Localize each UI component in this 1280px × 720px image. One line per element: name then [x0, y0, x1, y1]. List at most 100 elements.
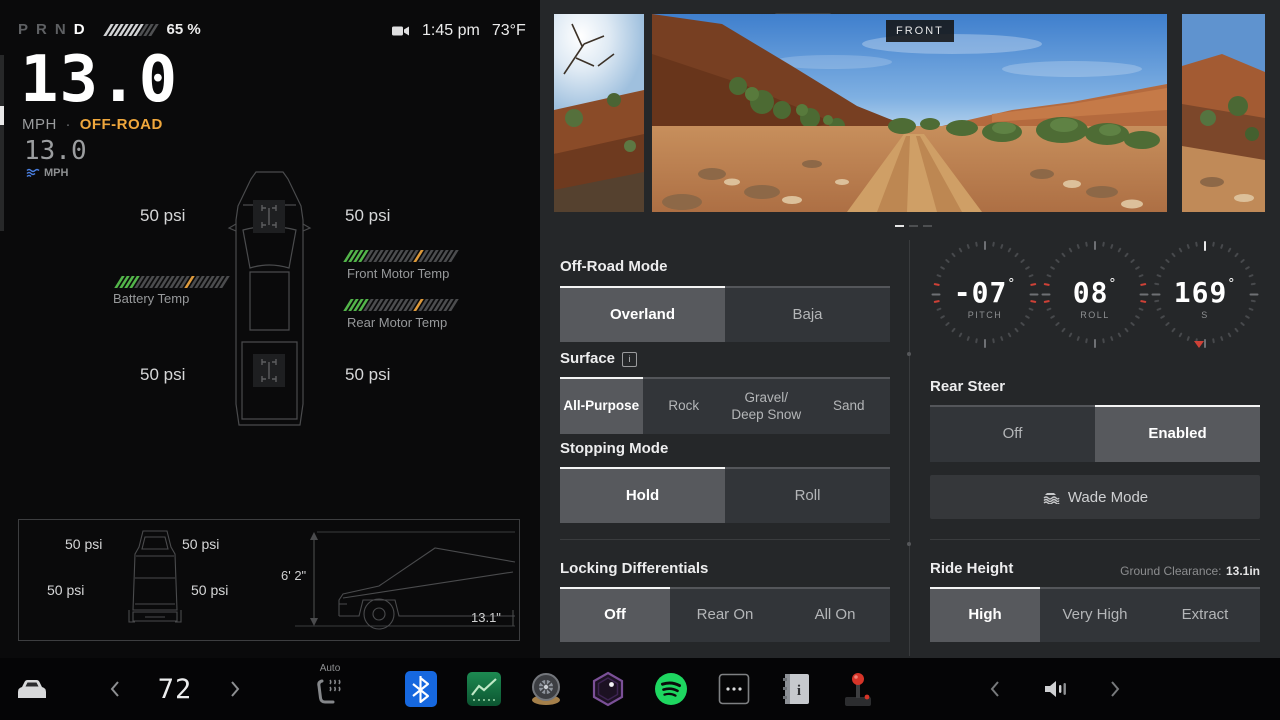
dim-psi-front-left: 50 psi — [65, 536, 103, 552]
vehicle-controls-button[interactable] — [12, 658, 52, 720]
roll-value: 08 — [1072, 276, 1109, 309]
manual-book-icon: i — [783, 674, 809, 704]
volume-control[interactable] — [1036, 658, 1076, 720]
seat-heater-icon — [317, 679, 341, 704]
tire-pressure-front-left: 50 psi — [140, 206, 186, 225]
car-icon — [18, 680, 46, 698]
stopping-mode-title: Stopping Mode — [560, 440, 669, 457]
cabin-temp-display[interactable]: 72 — [150, 658, 200, 720]
camera-page-dot-1[interactable] — [895, 224, 904, 227]
speaker-icon — [1045, 681, 1066, 697]
tire-pressure-rear-right: 50 psi — [345, 365, 391, 384]
locking-diff-all-on[interactable]: All On — [780, 589, 890, 642]
section-divider — [930, 539, 1260, 540]
camera-preview-right[interactable] — [1182, 14, 1265, 212]
bluetooth-app[interactable] — [404, 658, 438, 720]
temp-down-button[interactable] — [100, 658, 130, 720]
gear-p: P — [18, 21, 31, 38]
ellipsis-icon — [718, 673, 750, 705]
drive-mode-label: OFF-ROAD — [79, 116, 163, 133]
camera-pager[interactable] — [895, 217, 937, 235]
section-divider — [560, 539, 890, 540]
locking-diff-off[interactable]: Off — [560, 589, 670, 642]
tire-pressure-front-right: 50 psi — [345, 206, 391, 225]
seat-heater-button[interactable]: Auto — [308, 658, 352, 720]
offroad-mode-baja[interactable]: Baja — [725, 288, 890, 342]
hexagon-icon — [592, 671, 624, 707]
surface-gravel-line1: Gravel/ — [744, 389, 788, 405]
surface-rock[interactable]: Rock — [642, 379, 725, 434]
roll-gauge: 08° ROLL — [1040, 238, 1150, 356]
surface-gravel-line2: Deep Snow — [731, 406, 802, 422]
rear-motor-temp-label: Rear Motor Temp — [347, 315, 448, 330]
front-camera-badge: FRONT — [886, 20, 954, 42]
owners-manual-app[interactable]: i — [778, 658, 814, 720]
heading-label: S — [1201, 310, 1209, 320]
volume-down-button[interactable] — [980, 658, 1010, 720]
spotify-app[interactable] — [653, 658, 689, 720]
secondary-speed-unit: MPH — [44, 167, 69, 179]
joystick-icon — [845, 673, 871, 706]
info-icon[interactable]: i — [622, 352, 638, 367]
front-motor-temp-gauge — [343, 250, 459, 262]
pitch-value: -07 — [953, 276, 1008, 309]
gear-d: D — [73, 21, 87, 38]
locking-diff-rear-on[interactable]: Rear On — [670, 589, 780, 642]
surface-sand[interactable]: Sand — [807, 379, 890, 434]
ride-height-high[interactable]: High — [930, 589, 1040, 642]
secondary-speed-row: MPH — [26, 167, 68, 179]
spotify-icon — [655, 673, 687, 705]
ground-clearance-readout: 13.1in — [1225, 564, 1260, 578]
charting-app[interactable] — [466, 658, 502, 720]
clock: 1:45 pm — [422, 22, 480, 39]
ride-height-extract[interactable]: Extract — [1150, 589, 1260, 642]
instrument-cluster: P R N D 65 % 1:45 pm 73°F 13.0 MPH · OFF… — [0, 0, 540, 658]
ground-clearance-label: Ground Clearance: — [1120, 564, 1222, 578]
rear-motor-temp-gauge — [343, 299, 459, 311]
ride-height-segment: High Very High Extract — [930, 589, 1260, 642]
mode-separator: · — [65, 116, 72, 133]
rear-steer-segment: Off Enabled — [930, 407, 1260, 462]
hexagon-app[interactable] — [590, 658, 626, 720]
camera-preview-left[interactable] — [554, 14, 644, 212]
camera-page-dot-2[interactable] — [909, 224, 918, 227]
more-apps-button[interactable] — [716, 658, 752, 720]
wade-mode-button[interactable]: Wade Mode — [930, 475, 1260, 519]
gear-indicator: P R N D 65 % — [18, 21, 201, 38]
pitch-label: PITCH — [967, 310, 1003, 320]
column-divider-dot — [907, 352, 911, 356]
offroad-mode-overland[interactable]: Overland — [560, 288, 725, 342]
ground-clearance-value: 13.1" — [471, 610, 501, 625]
dashcam-icon[interactable] — [392, 25, 410, 37]
bottom-dock: 72 Auto i — [0, 658, 1280, 720]
chart-icon — [467, 672, 501, 706]
battery-percent: 65 % — [166, 21, 201, 38]
locking-differentials-segment: Off Rear On All On — [560, 589, 890, 642]
camera-view-front[interactable]: FRONT — [652, 14, 1167, 212]
temp-up-button[interactable] — [220, 658, 250, 720]
rear-steer-title: Rear Steer — [930, 378, 1006, 395]
cluster-scroll-thumb[interactable] — [0, 106, 4, 125]
surface-all-purpose[interactable]: All-Purpose — [560, 379, 643, 434]
heading-value: 169 — [1173, 276, 1228, 309]
stopping-mode-roll[interactable]: Roll — [725, 469, 890, 523]
arcade-app[interactable] — [840, 658, 876, 720]
offroad-panel: FRONT Off-Road Mode Overland Baja Surfac… — [540, 0, 1280, 658]
wade-mode-label: Wade Mode — [1067, 488, 1149, 506]
camera-page-dot-3[interactable] — [923, 224, 932, 227]
surface-gravel-deep-snow[interactable]: Gravel/ Deep Snow — [725, 379, 808, 434]
column-divider-dot — [907, 542, 911, 546]
ground-clearance-row: Ground Clearance: 13.1in — [930, 562, 1260, 580]
stopping-mode-hold[interactable]: Hold — [560, 469, 725, 523]
offroad-mode-segment: Overland Baja — [560, 288, 890, 342]
offroad-app[interactable] — [528, 658, 564, 720]
ride-height-very-high[interactable]: Very High — [1040, 589, 1150, 642]
volume-up-button[interactable] — [1100, 658, 1130, 720]
speed-value: 13.0 — [20, 43, 179, 117]
rear-steer-enabled[interactable]: Enabled — [1095, 407, 1260, 462]
pitch-gauge: -07° PITCH — [930, 238, 1040, 356]
cluster-scroll-track[interactable] — [0, 55, 4, 231]
surface-title: Surface — [560, 350, 616, 367]
battery-temp-label: Battery Temp — [113, 291, 190, 306]
rear-steer-off[interactable]: Off — [930, 407, 1095, 462]
